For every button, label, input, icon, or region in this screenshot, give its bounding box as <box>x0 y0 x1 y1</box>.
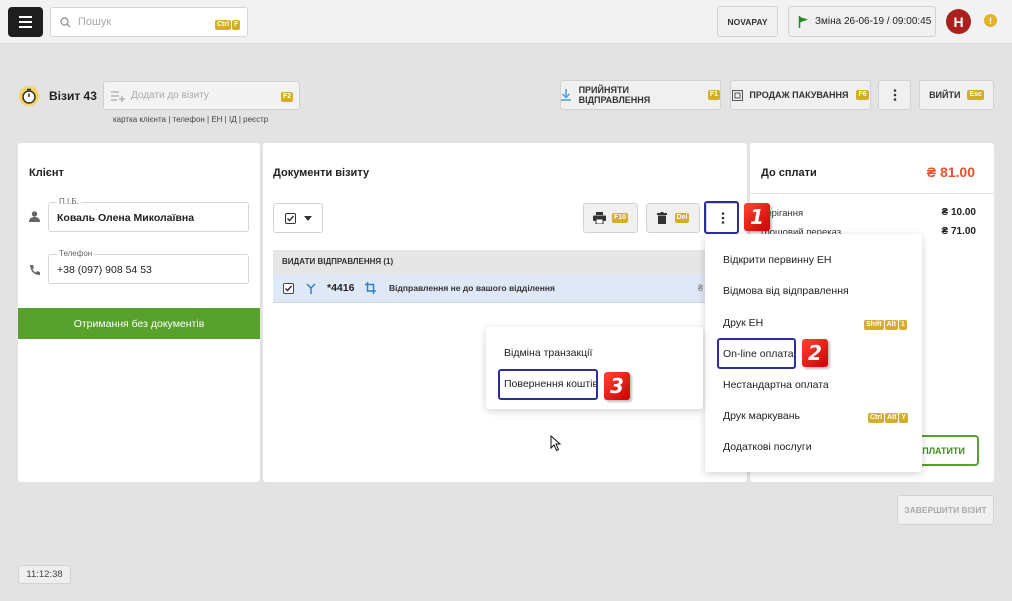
client-name-field[interactable]: П.І.Б. Коваль Олена Миколаївна <box>48 197 249 232</box>
finish-visit-button[interactable]: ЗАВЕРШИТИ ВІЗИТ <box>897 495 994 525</box>
print-shortcut: F10 <box>611 213 629 223</box>
menu-item-refuse-shipment[interactable]: Відмова від відправлення <box>723 285 849 297</box>
add-to-visit-input[interactable]: Додати до візиту F2 <box>103 81 300 110</box>
add-list-icon <box>111 91 125 102</box>
highlight-menu-button <box>704 201 739 234</box>
documents-title: Документи візиту <box>273 167 370 179</box>
highlight-refund <box>498 369 598 400</box>
menu-button[interactable] <box>8 7 43 37</box>
step-badge: 3 <box>604 372 630 400</box>
table-row[interactable]: *4416 Відправлення не до вашого відділен… <box>273 274 747 303</box>
person-icon <box>29 211 40 222</box>
add-to-visit-shortcut: F2 <box>281 92 294 102</box>
step-badge: 1 <box>744 203 770 231</box>
client-phone-value: +38 (097) 908 54 53 <box>57 264 152 276</box>
payment-line-value: ₴ 10.00 <box>941 207 976 218</box>
add-to-visit-placeholder: Додати до візиту <box>131 90 209 101</box>
client-title: Клієнт <box>29 167 64 179</box>
add-to-visit-hint: картка клієнта | телефон | ЕН | ІД | реє… <box>113 115 269 124</box>
alert-icon[interactable]: ! <box>984 14 997 27</box>
highlight-online-payment <box>717 338 796 369</box>
payment-total: ₴ 81.00 <box>926 164 975 180</box>
crop-icon <box>365 282 376 294</box>
menu-item-open-primary-en[interactable]: Відкрити первинну ЕН <box>723 254 832 266</box>
receive-without-documents-button[interactable]: Отримання без документів <box>18 308 260 339</box>
more-actions-button[interactable] <box>878 80 911 110</box>
documents-panel: Документи візиту F10 Del ВИДАТИ ВІДПРАВЛ… <box>263 143 747 482</box>
search-shortcut: Ctrl F <box>215 20 241 30</box>
menu-item-print-en[interactable]: Друк ЕН <box>723 317 763 329</box>
accept-shipment-shortcut: F1 <box>707 90 720 100</box>
section-header: ВИДАТИ ВІДПРАВЛЕННЯ (1) <box>273 250 747 274</box>
shipment-description: Відправлення не до вашого відділення <box>389 283 555 293</box>
search-box[interactable]: Пошук Ctrl F <box>50 7 248 37</box>
sell-packaging-label: ПРОДАЖ ПАКУВАННЯ <box>749 90 849 100</box>
menu-item-print-labels[interactable]: Друк маркувань <box>723 410 800 422</box>
delete-button[interactable]: Del <box>646 203 700 233</box>
sell-packaging-button[interactable]: ПРОДАЖ ПАКУВАННЯ F6 <box>730 80 871 110</box>
novapay-button[interactable]: NOVAPAY <box>717 6 778 37</box>
top-bar: Пошук Ctrl F NOVAPAY Зміна 26-06-19 / 09:… <box>0 0 1012 44</box>
client-panel: Клієнт П.І.Б. Коваль Олена Миколаївна Те… <box>18 143 260 482</box>
accept-shipment-button[interactable]: ПРИЙНЯТИ ВІДПРАВЛЕННЯ F1 <box>560 80 721 110</box>
exit-shortcut: Esc <box>967 90 984 100</box>
print-button[interactable]: F10 <box>583 203 638 233</box>
shipment-number: *4416 <box>327 282 355 294</box>
client-phone-label: Телефон <box>57 249 95 258</box>
shift-label: Зміна 26-06-19 / 09:00:45 <box>815 16 932 27</box>
exit-button[interactable]: ВИЙТИ Esc <box>919 80 994 110</box>
client-phone-field[interactable]: Телефон +38 (097) 908 54 53 <box>48 249 249 284</box>
divider <box>750 193 994 194</box>
download-icon <box>561 89 571 101</box>
flag-icon <box>798 15 808 28</box>
menu-item-cancel-transaction[interactable]: Відміна транзакції <box>504 347 592 359</box>
search-icon <box>60 17 71 28</box>
checkbox-checked-icon[interactable] <box>283 283 294 294</box>
menu-item-extra-services[interactable]: Додаткові послуги <box>723 441 812 453</box>
menu-item-custom-payment[interactable]: Нестандартна оплата <box>723 379 829 391</box>
shipment-currency: ₴ <box>698 283 704 293</box>
payment-title: До сплати <box>761 167 817 179</box>
select-all-dropdown[interactable] <box>273 203 323 233</box>
section-label: ВИДАТИ ВІДПРАВЛЕННЯ (1) <box>282 257 394 266</box>
search-placeholder: Пошук <box>78 16 112 28</box>
print-labels-shortcut: Ctrl Alt Y <box>868 413 909 423</box>
printer-icon <box>592 212 606 224</box>
accept-shipment-label: ПРИЙНЯТИ ВІДПРАВЛЕННЯ <box>578 85 651 105</box>
exit-label: ВИЙТИ <box>929 90 961 100</box>
client-name-value: Коваль Олена Миколаївна <box>57 212 195 224</box>
checkbox-checked-icon <box>284 212 296 224</box>
mouse-cursor-icon <box>550 435 562 452</box>
visit-title: Візит 43 <box>49 89 97 103</box>
clock: 11:12:38 <box>18 565 71 584</box>
delete-shortcut: Del <box>674 213 690 223</box>
client-name-label: П.І.Б. <box>57 197 81 206</box>
more-vertical-icon <box>893 89 896 101</box>
phone-icon <box>30 265 40 275</box>
fork-icon <box>306 283 316 294</box>
package-icon <box>732 89 744 101</box>
sell-packaging-shortcut: F6 <box>856 90 869 100</box>
avatar[interactable]: Н <box>946 9 971 34</box>
print-en-shortcut: Shift Alt 1 <box>864 320 907 330</box>
trash-icon <box>656 212 667 224</box>
shift-button[interactable]: Зміна 26-06-19 / 09:00:45 <box>788 6 936 37</box>
step-badge: 2 <box>802 339 828 367</box>
caret-down-icon <box>303 215 312 221</box>
timer-icon <box>19 86 39 106</box>
